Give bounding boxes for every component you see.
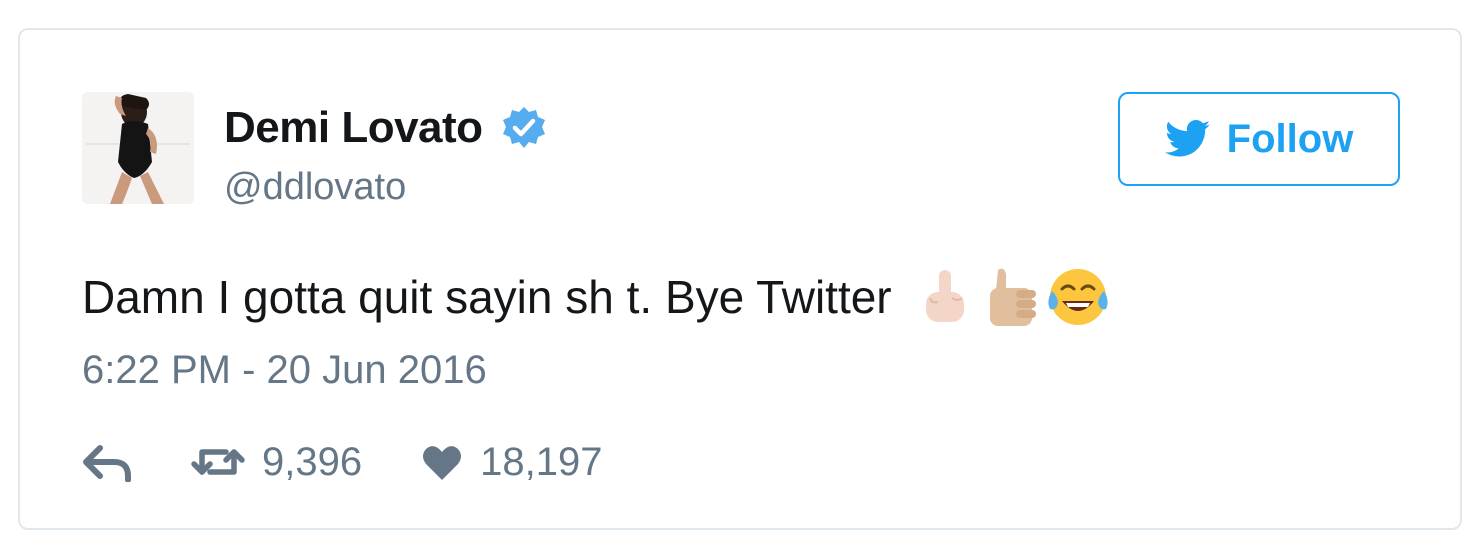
name-row: Demi Lovato: [224, 100, 547, 156]
avatar[interactable]: [82, 92, 194, 204]
thumbs-up-emoji-icon: [982, 266, 1040, 328]
like-button[interactable]: 18,197: [420, 440, 602, 485]
profile-photo: [82, 92, 194, 204]
tears-of-joy-emoji-icon: [1046, 265, 1110, 329]
tweet-timestamp[interactable]: 6:22 PM - 20 Jun 2016: [82, 348, 487, 393]
tweet-card: Demi Lovato @ddlovato Follow Damn I gott…: [18, 28, 1462, 530]
tweet-text: Damn I gotta quit sayin sh t. Bye Twitte…: [82, 271, 892, 323]
tweet-body: Damn I gotta quit sayin sh t. Bye Twitte…: [82, 262, 1110, 332]
reply-button[interactable]: [82, 442, 132, 482]
display-name[interactable]: Demi Lovato: [224, 103, 483, 153]
retweet-icon: [190, 442, 246, 482]
reply-icon: [82, 442, 132, 482]
user-handle[interactable]: @ddlovato: [224, 166, 406, 209]
verified-badge-icon: [501, 105, 547, 151]
heart-icon: [420, 442, 464, 482]
twitter-bird-icon: [1164, 120, 1211, 158]
retweet-button[interactable]: 9,396: [190, 440, 362, 485]
emoji-row: [918, 265, 1110, 329]
middle-finger-emoji-icon: [918, 268, 972, 326]
retweet-count: 9,396: [262, 439, 363, 484]
like-count: 18,197: [480, 439, 603, 484]
tweet-actions: 9,396 18,197: [82, 432, 660, 492]
follow-button[interactable]: Follow: [1118, 92, 1400, 186]
follow-button-label: Follow: [1226, 116, 1354, 161]
